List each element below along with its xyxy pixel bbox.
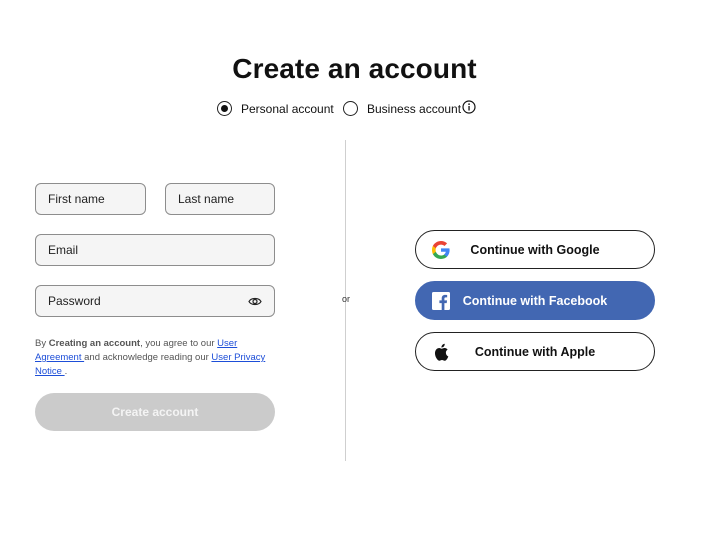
- continue-with-apple-button[interactable]: Continue with Apple: [415, 332, 655, 371]
- email-placeholder: Email: [48, 243, 79, 257]
- last-name-placeholder: Last name: [178, 192, 235, 206]
- radio-checked-icon[interactable]: [217, 101, 232, 116]
- first-name-placeholder: First name: [48, 192, 105, 206]
- google-button-label: Continue with Google: [470, 242, 600, 257]
- password-field[interactable]: Password: [35, 285, 275, 317]
- personal-account-label[interactable]: Personal account: [241, 102, 334, 116]
- account-type-selector: Personal account Business account: [0, 101, 709, 119]
- show-password-eye-icon[interactable]: [248, 296, 262, 307]
- facebook-button-label: Continue with Facebook: [462, 293, 608, 308]
- apple-button-label: Continue with Apple: [474, 344, 596, 359]
- email-field[interactable]: Email: [35, 234, 275, 266]
- apple-icon: [434, 343, 449, 361]
- password-placeholder: Password: [48, 294, 101, 308]
- continue-with-facebook-button[interactable]: Continue with Facebook: [415, 281, 655, 320]
- radio-unchecked-icon[interactable]: [343, 101, 358, 116]
- terms-text: By Creating an account, you agree to our…: [35, 338, 266, 377]
- info-icon[interactable]: [462, 100, 476, 114]
- create-account-button[interactable]: Create account: [35, 393, 275, 431]
- facebook-icon: [432, 292, 450, 310]
- business-account-label[interactable]: Business account: [367, 102, 461, 116]
- continue-with-google-button[interactable]: Continue with Google: [415, 230, 655, 269]
- business-account-radio[interactable]: Business account: [343, 101, 461, 116]
- page-title: Create an account: [232, 53, 477, 84]
- or-label: or: [341, 294, 350, 304]
- personal-account-radio[interactable]: Personal account: [217, 101, 334, 116]
- terms-bold: Creating an account: [48, 338, 141, 349]
- first-name-field[interactable]: First name: [35, 183, 146, 215]
- last-name-field[interactable]: Last name: [165, 183, 275, 215]
- google-icon: [432, 241, 450, 259]
